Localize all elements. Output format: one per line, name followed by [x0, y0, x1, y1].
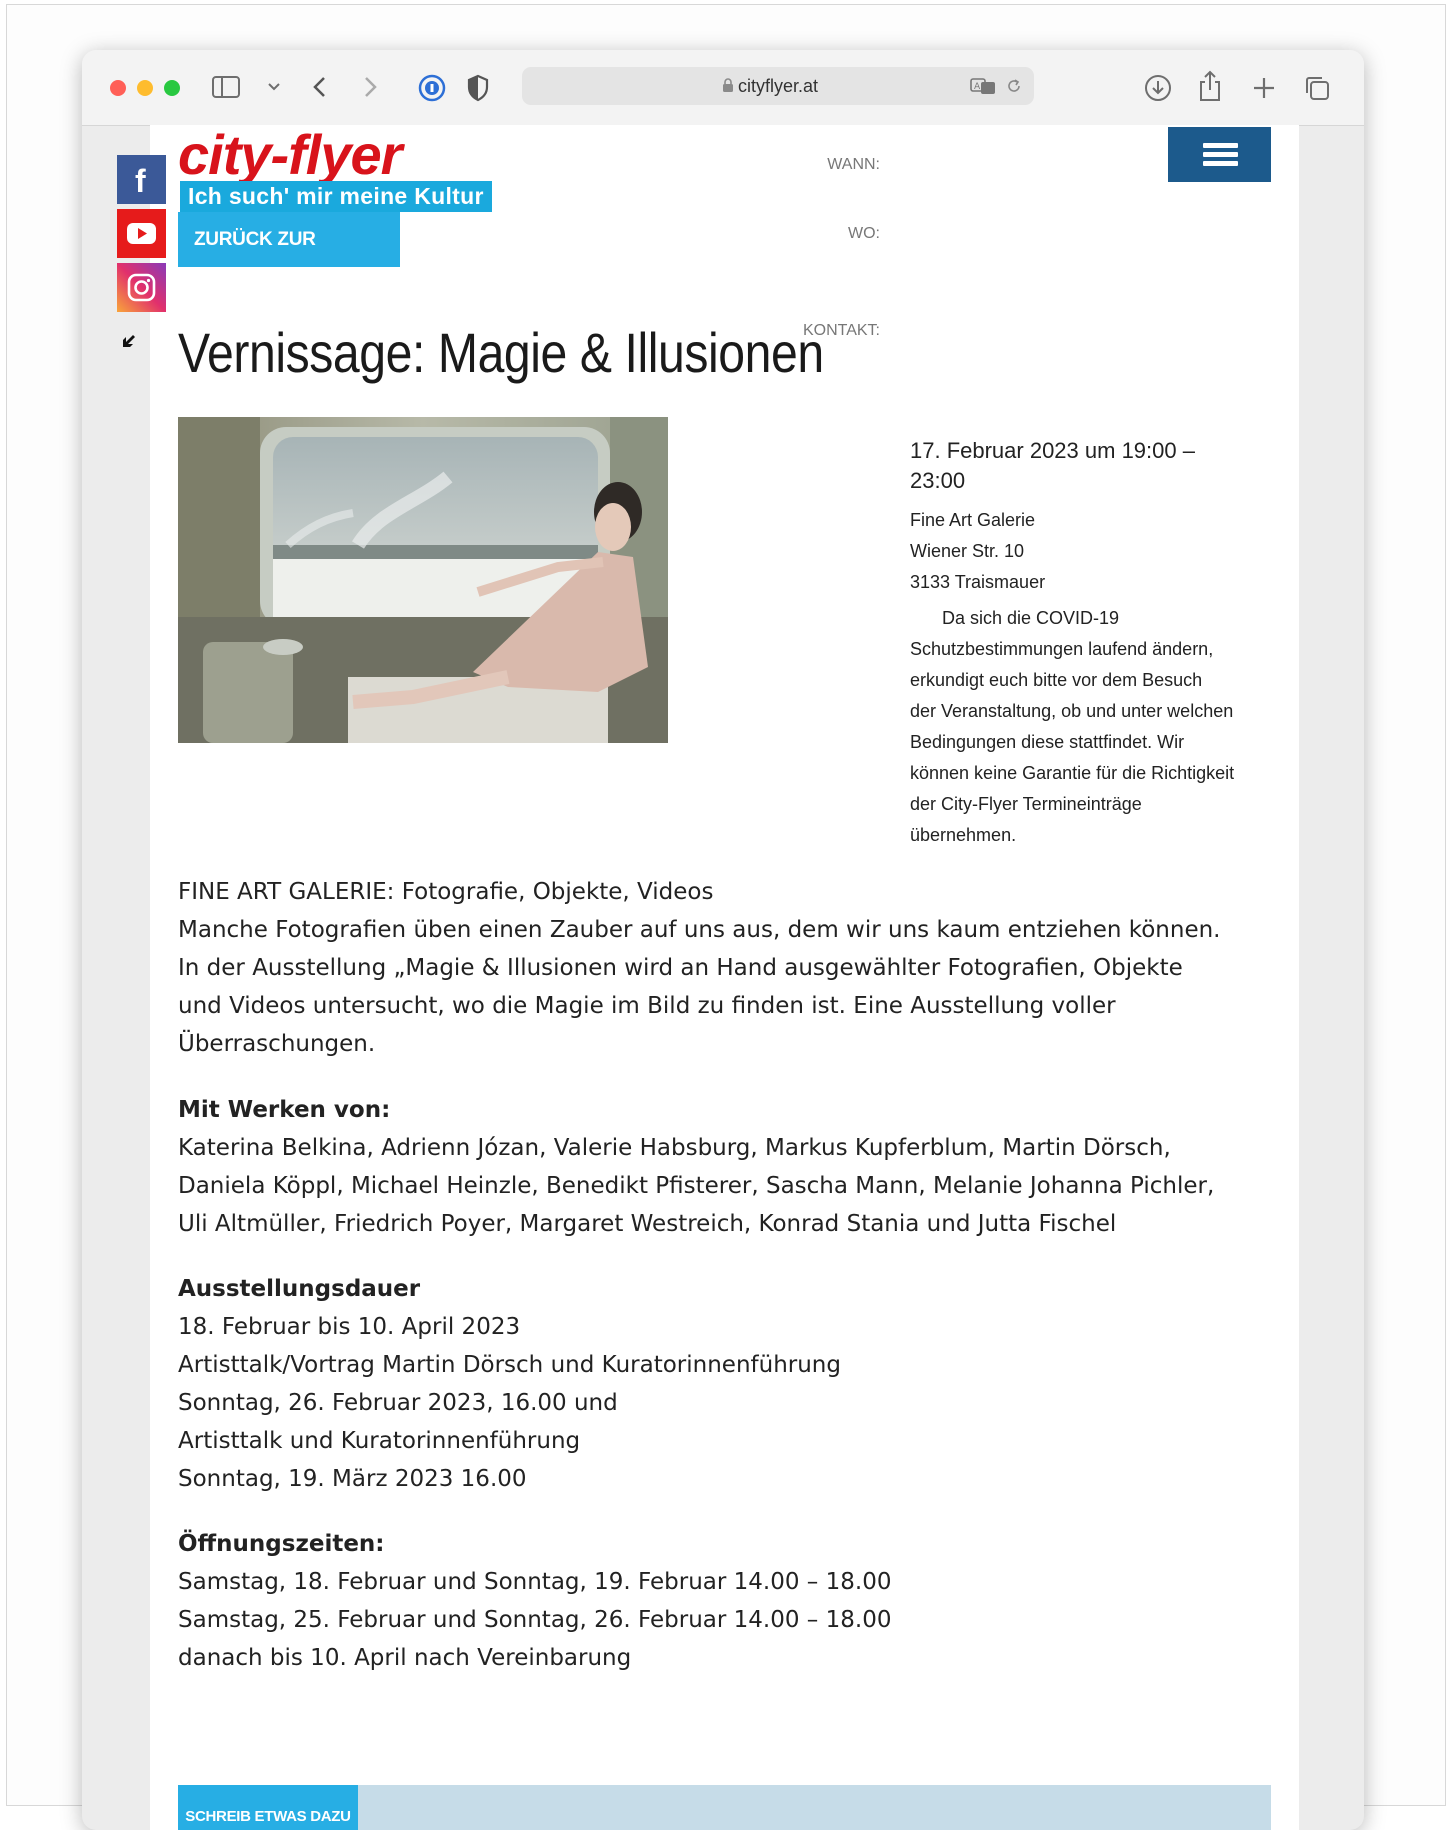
where-line: Wiener Str. 10 [910, 541, 1025, 561]
hours-line: danach bis 10. April nach Vereinbarung [178, 1645, 632, 1671]
where-line: 3133 Traismauer [910, 572, 1046, 592]
where-label: WO: [848, 225, 880, 242]
when-line: 17. Februar 2023 um 19:00 – [910, 438, 1195, 463]
duration-line: Artisttalk/Vortrag Martin Dörsch und Kur… [178, 1352, 841, 1378]
event-contact: Da sich die COVID-19 Schutzbestimmungen … [910, 603, 1290, 851]
hours-section: Öffnungszeiten: Samstag, 18. Februar und… [178, 1525, 1278, 1677]
hours-heading: Öffnungszeiten: [178, 1531, 385, 1557]
hours-line: Samstag, 25. Februar und Sonntag, 26. Fe… [178, 1607, 892, 1633]
intro-line: Manche Fotografien üben einen Zauber auf… [178, 917, 1221, 943]
browser-window: cityflyer.at A city-flyer Ich such' mir … [82, 50, 1364, 1830]
instagram-icon[interactable] [117, 263, 166, 312]
contact-line: der Veranstaltung, ob und unter welchen [910, 701, 1234, 721]
minimize-window-button[interactable] [137, 80, 153, 96]
contact-line: Bedingungen diese stattfindet. Wir [910, 732, 1185, 752]
duration-line: 18. Februar bis 10. April 2023 [178, 1314, 521, 1340]
works-heading: Mit Werken von: [178, 1097, 391, 1123]
share-icon[interactable] [1198, 70, 1222, 102]
hamburger-menu-button[interactable] [1168, 127, 1271, 182]
youtube-icon[interactable] [117, 209, 166, 258]
event-description: FINE ART GALERIE: Fotografie, Objekte, V… [178, 873, 1278, 1063]
svg-text:f: f [135, 163, 146, 199]
back-to-selection-button[interactable]: ZURÜCK ZUR AUSWAHL [178, 212, 400, 305]
contact-line: erkundigt euch bitte vor dem Besuch [910, 670, 1203, 690]
site-tagline: Ich such' mir meine Kultur [180, 181, 492, 212]
event-meta-labels: WANN: WO: KONTAKT: [710, 125, 880, 525]
web-page: city-flyer Ich such' mir meine Kultur ZU… [117, 125, 1299, 1830]
browser-toolbar: cityflyer.at A [82, 50, 1364, 126]
works-line: Katerina Belkina, Adrienn Józan, Valerie… [178, 1135, 1171, 1161]
forward-icon[interactable] [364, 76, 378, 98]
password-icon[interactable] [418, 74, 446, 102]
site-logo[interactable]: city-flyer [178, 125, 402, 185]
comment-bar: SCHREIB ETWAS DAZU [178, 1785, 1271, 1830]
write-comment-button[interactable]: SCHREIB ETWAS DAZU [178, 1785, 358, 1830]
intro-line: und Videos untersucht, wo die Magie im B… [178, 993, 1116, 1019]
duration-line: Sonntag, 26. Februar 2023, 16.00 und [178, 1390, 618, 1416]
hours-line: Samstag, 18. Februar und Sonntag, 19. Fe… [178, 1569, 892, 1595]
address-bar[interactable]: cityflyer.at A [522, 67, 1034, 105]
back-icon[interactable] [312, 76, 326, 98]
works-section: Mit Werken von: Katerina Belkina, Adrien… [178, 1091, 1278, 1243]
works-line: Daniela Köppl, Michael Heinzle, Benedikt… [178, 1173, 1215, 1199]
duration-line: Artisttalk und Kuratorinnenführung [178, 1428, 581, 1454]
new-tab-icon[interactable] [1252, 76, 1276, 100]
intro-line: In der Ausstellung „Magie & Illusionen w… [178, 955, 1183, 981]
where-line: Fine Art Galerie [910, 510, 1036, 530]
zoom-window-button[interactable] [164, 80, 180, 96]
contact-line: Schutzbestimmungen laufend ändern, [910, 639, 1214, 659]
contact-line: übernehmen. [910, 825, 1017, 845]
works-line: Uli Altmüller, Friedrich Poyer, Margaret… [178, 1211, 1117, 1237]
duration-line: Sonntag, 19. März 2023 16.00 [178, 1466, 527, 1492]
facebook-icon[interactable]: f [117, 155, 166, 204]
event-where: Fine Art Galerie Wiener Str. 10 3133 Tra… [910, 505, 1290, 598]
event-photo [178, 417, 668, 743]
intro-line: FINE ART GALERIE: Fotografie, Objekte, V… [178, 879, 714, 905]
download-icon[interactable] [1144, 74, 1172, 102]
duration-heading: Ausstellungsdauer [178, 1276, 421, 1302]
translate-icon[interactable]: A [970, 77, 998, 95]
when-line: 23:00 [910, 468, 966, 493]
tabs-icon[interactable] [1304, 75, 1330, 101]
chevron-down-icon[interactable] [268, 83, 280, 91]
when-label: WANN: [827, 156, 880, 173]
collapse-arrow-icon[interactable] [120, 333, 136, 349]
contact-line: der City-Flyer Termineinträge [910, 794, 1142, 814]
close-window-button[interactable] [110, 80, 126, 96]
duration-section: Ausstellungsdauer 18. Februar bis 10. Ap… [178, 1270, 1278, 1498]
shield-icon[interactable] [467, 74, 489, 102]
sidebar-icon[interactable] [212, 76, 240, 98]
contact-label: KONTAKT: [802, 322, 880, 339]
url-text: cityflyer.at [737, 76, 819, 96]
intro-line: Überraschungen. [178, 1031, 376, 1057]
contact-line: Da sich die COVID-19 [942, 608, 1120, 628]
event-when: 17. Februar 2023 um 19:00 – 23:00 [910, 436, 1290, 496]
svg-text:A: A [974, 82, 981, 92]
contact-line: können keine Garantie für die Richtigkei… [910, 763, 1235, 783]
reload-icon[interactable] [1006, 78, 1022, 94]
